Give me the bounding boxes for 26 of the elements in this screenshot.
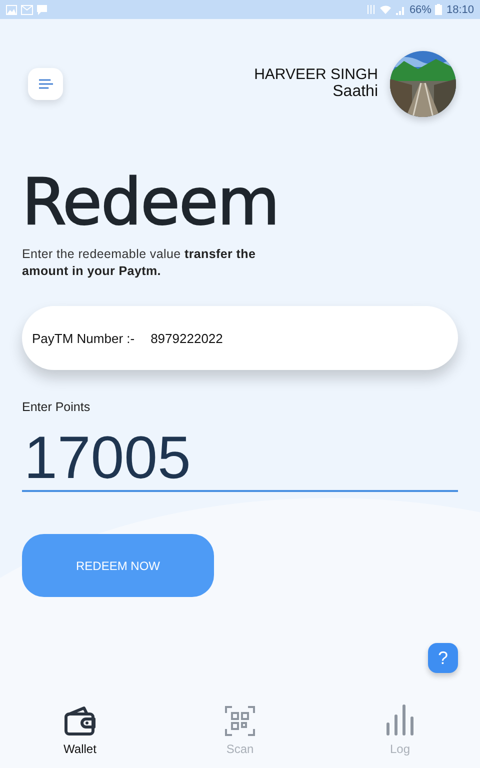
nav-tab[interactable]: Wallet: [0, 700, 160, 760]
wallet-icon: [64, 706, 96, 736]
user-name: HARVEER SINGH: [254, 66, 378, 83]
qr-scan-icon: [225, 706, 255, 736]
clock-time: 18:10: [446, 4, 474, 16]
help-button[interactable]: ?: [428, 643, 458, 673]
description-text: Enter the redeemable value transfer the amount in your Paytm.: [22, 246, 257, 280]
wifi-icon: [380, 5, 392, 14]
bar-chart-icon: [385, 704, 415, 736]
data-icon: [366, 4, 376, 15]
chat-icon: [37, 4, 47, 14]
user-role: Saathi: [332, 83, 378, 101]
mail-icon: [21, 4, 33, 14]
battery-percent: 66%: [409, 4, 432, 16]
image-icon: [6, 4, 17, 14]
menu-icon: [38, 78, 52, 88]
signal-icon: [395, 4, 406, 14]
battery-icon: [435, 4, 442, 15]
menu-button[interactable]: [28, 68, 63, 100]
redeem-button[interactable]: REDEEM NOW: [22, 534, 214, 597]
points-label: Enter Points: [22, 400, 90, 414]
nav-tab[interactable]: Log: [320, 700, 480, 760]
points-field[interactable]: 17005: [22, 426, 458, 492]
nav-tab[interactable]: Scan: [160, 700, 320, 760]
paytm-number-field[interactable]: PayTM Number :- 8979222022: [22, 306, 458, 370]
page-title: Redeem: [22, 168, 279, 238]
